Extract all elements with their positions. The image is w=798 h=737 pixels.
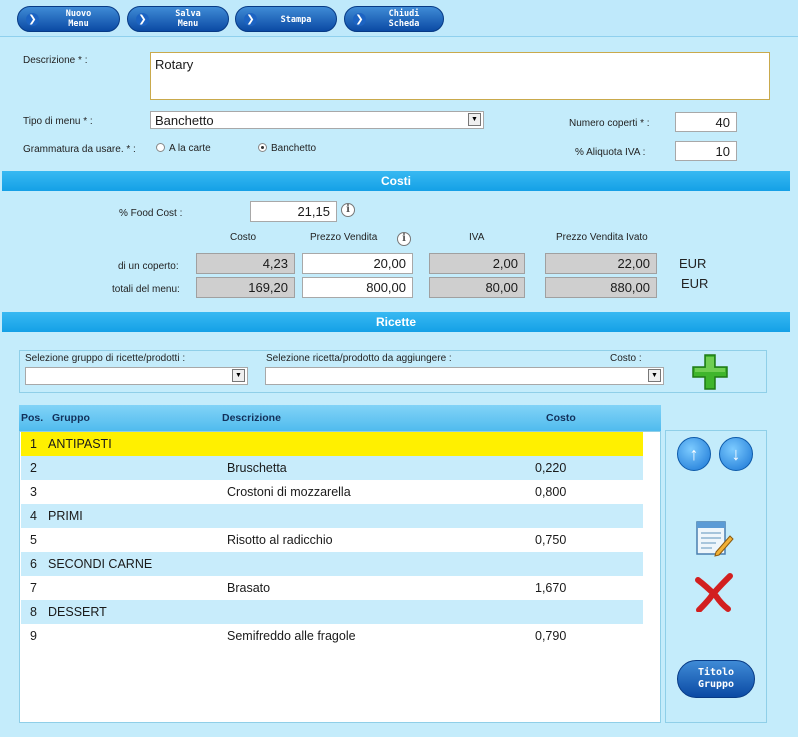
move-up-icon[interactable]: ↑	[677, 437, 711, 471]
food-cost-input: 21,15	[250, 201, 337, 222]
radio-a-la-carte-label: A la carte	[169, 143, 211, 154]
table-row[interactable]: 1 ANTIPASTI	[21, 432, 643, 456]
radio-a-la-carte[interactable]	[156, 143, 165, 152]
costo-select-label: Costo :	[610, 353, 642, 364]
ricette-header: Ricette	[2, 312, 790, 332]
iva-header: IVA	[469, 232, 485, 243]
di-un-coperto-label: di un coperto:	[118, 261, 179, 272]
gruppo-select[interactable]: ▼	[25, 367, 248, 385]
radio-banchetto[interactable]	[258, 143, 267, 152]
aliquota-iva-input[interactable]: 10	[675, 141, 737, 161]
col-gruppo: Gruppo	[52, 412, 90, 424]
prezzo-ivato-header: Prezzo Vendita Ivato	[556, 232, 648, 243]
recipe-table-header: Pos. Gruppo Descrizione Costo	[19, 405, 661, 431]
ivato-coperto-value: 22,00	[545, 253, 657, 274]
col-pos: Pos.	[21, 412, 44, 424]
arrow-right-icon: ❯	[353, 13, 366, 26]
tipo-menu-select[interactable]: Banchetto ▼	[150, 111, 484, 129]
table-row[interactable]: 7 Brasato 1,670	[21, 576, 643, 600]
aliquota-iva-label: % Aliquota IVA :	[575, 147, 646, 158]
numero-coperti-input[interactable]: 40	[675, 112, 737, 132]
chevron-down-icon: ▼	[468, 113, 481, 126]
delete-icon[interactable]	[694, 572, 734, 612]
iva-coperto-value: 2,00	[429, 253, 525, 274]
costi-header: Costi	[2, 171, 790, 191]
move-down-icon[interactable]: ↓	[719, 437, 753, 471]
table-row[interactable]: 5 Risotto al radicchio 0,750	[21, 528, 643, 552]
nuovo-menu-button[interactable]: ❯ Nuovo Menu	[17, 6, 120, 32]
prezzo-vendita-header: Prezzo Vendita	[310, 232, 378, 243]
arrow-right-icon: ❯	[244, 13, 257, 26]
ricetta-select[interactable]: ▼	[265, 367, 664, 385]
add-plus-icon[interactable]	[691, 353, 729, 391]
descrizione-textarea[interactable]: Rotary	[150, 52, 770, 100]
costo-totale-value: 169,20	[196, 277, 295, 298]
food-cost-label: % Food Cost :	[119, 208, 183, 219]
ricetta-select-label: Selezione ricetta/prodotto da aggiungere…	[266, 353, 452, 364]
radio-banchetto-label: Banchetto	[271, 143, 317, 154]
table-row[interactable]: 8 DESSERT	[21, 600, 643, 624]
iva-totale-value: 80,00	[429, 277, 525, 298]
salva-menu-button[interactable]: ❯ Salva Menu	[127, 6, 229, 32]
descrizione-label: Descrizione * :	[23, 55, 88, 66]
costo-coperto-value: 4,23	[196, 253, 295, 274]
costo-header: Costo	[230, 232, 257, 243]
numero-coperti-label: Numero coperti * :	[569, 118, 650, 129]
totali-menu-label: totali del menu:	[112, 284, 180, 295]
titolo-gruppo-button[interactable]: Titolo Gruppo	[677, 660, 755, 698]
recipe-table: 1 ANTIPASTI 2 Bruschetta 0,220 3 Croston…	[19, 431, 661, 723]
prezzo-coperto-input[interactable]: 20,00	[302, 253, 413, 274]
currency-label: EUR	[679, 256, 707, 271]
toolbar: ❯ Nuovo Menu ❯ Salva Menu ❯ Stampa ❯ Chi…	[0, 0, 798, 37]
table-row[interactable]: 9 Semifreddo alle fragole 0,790	[21, 624, 643, 648]
col-descrizione: Descrizione	[222, 412, 281, 424]
info-icon[interactable]: i	[341, 203, 355, 217]
arrow-right-icon: ❯	[26, 13, 39, 26]
tipo-menu-value: Banchetto	[155, 112, 214, 128]
table-row[interactable]: 6 SECONDI CARNE	[21, 552, 643, 576]
edit-icon[interactable]	[694, 518, 734, 558]
gruppo-select-label: Selezione gruppo di ricette/prodotti :	[25, 353, 186, 364]
currency-label: EUR	[681, 276, 709, 291]
stampa-button[interactable]: ❯ Stampa	[235, 6, 337, 32]
arrow-right-icon: ❯	[136, 13, 149, 26]
tipo-menu-label: Tipo di menu * :	[23, 116, 93, 127]
table-row[interactable]: 4 PRIMI	[21, 504, 643, 528]
chevron-down-icon: ▼	[648, 369, 661, 382]
table-row[interactable]: 3 Crostoni di mozzarella 0,800	[21, 480, 643, 504]
chiudi-scheda-button[interactable]: ❯ Chiudi Scheda	[344, 6, 444, 32]
ivato-totale-value: 880,00	[545, 277, 657, 298]
grammatura-label: Grammatura da usare. * :	[23, 144, 136, 155]
chevron-down-icon: ▼	[232, 369, 245, 382]
col-costo: Costo	[546, 412, 576, 424]
info-icon[interactable]: i	[397, 232, 411, 246]
table-row[interactable]: 2 Bruschetta 0,220	[21, 456, 643, 480]
prezzo-totale-input[interactable]: 800,00	[302, 277, 413, 298]
